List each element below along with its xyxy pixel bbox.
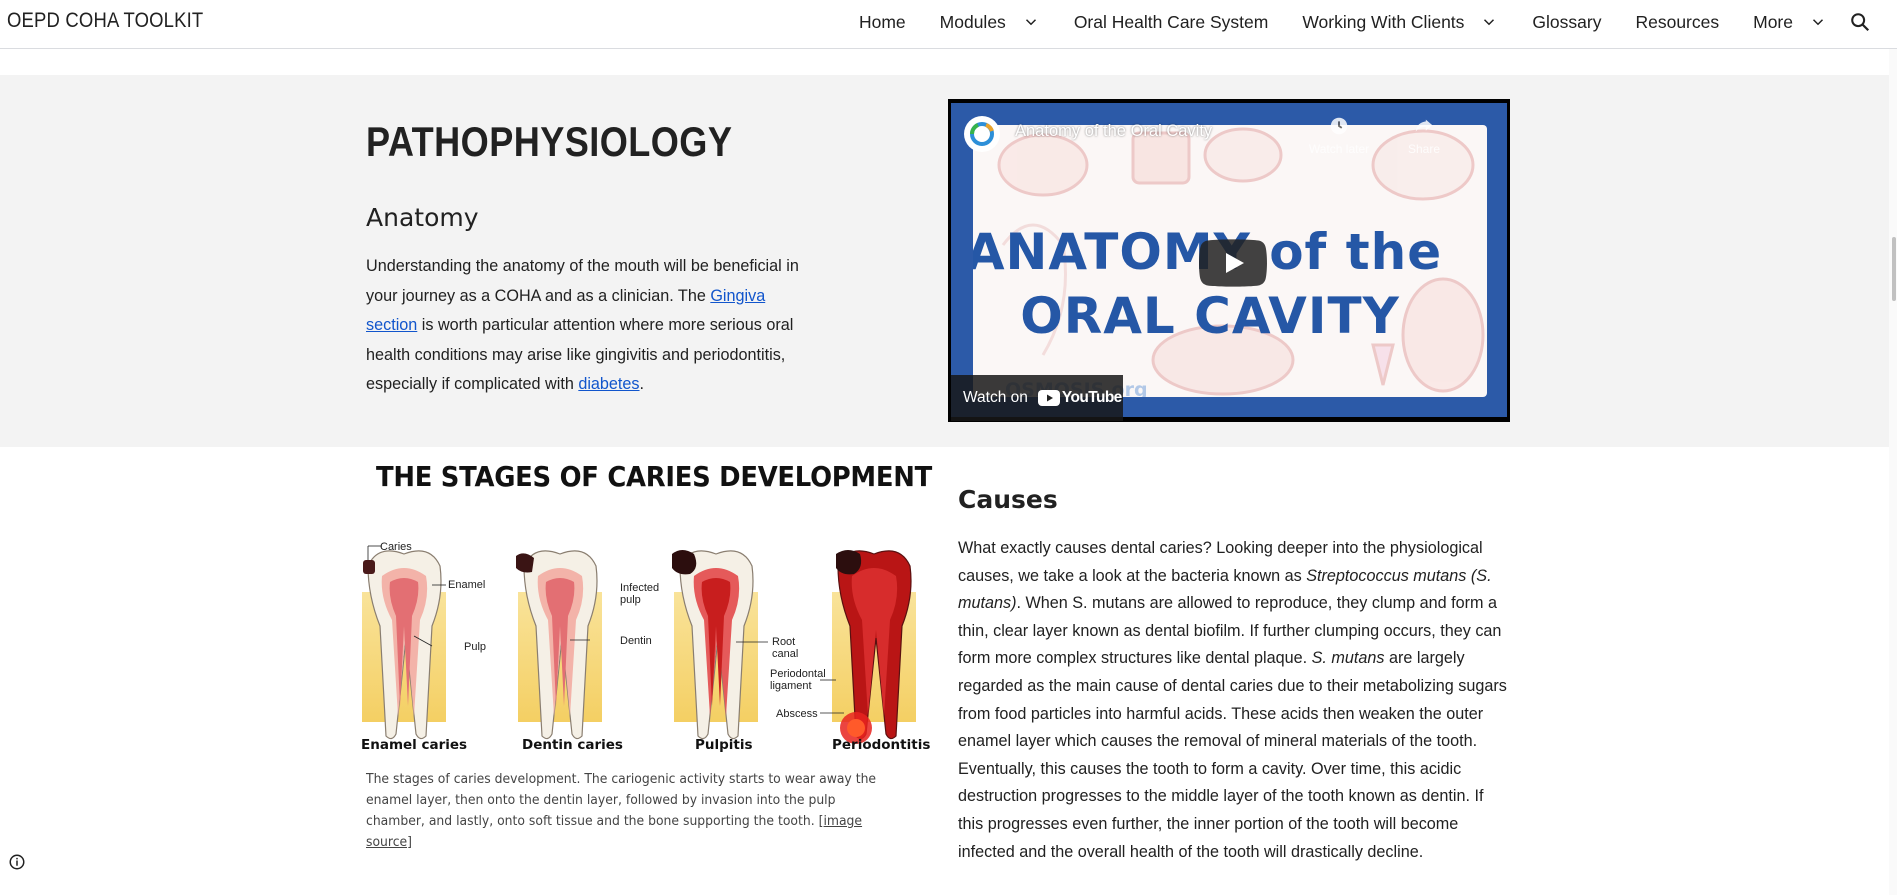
tooth-pulpitis bbox=[672, 550, 758, 740]
share-label: Share bbox=[1407, 142, 1441, 156]
stage-label-pulpitis: Pulpitis bbox=[695, 737, 753, 753]
anatomy-paragraph: Understanding the anatomy of the mouth w… bbox=[366, 252, 806, 400]
annotation-infected-2: pulp bbox=[620, 594, 641, 606]
nav-working-with-clients[interactable]: Working With Clients bbox=[1302, 12, 1498, 33]
annotation-periodontal-2: ligament bbox=[770, 680, 812, 692]
site-title[interactable]: OEPD COHA TOOLKIT bbox=[7, 9, 203, 33]
top-navigation-bar: OEPD COHA TOOLKIT Home Modules Oral Heal… bbox=[0, 0, 1897, 49]
chevron-down-icon[interactable] bbox=[1480, 13, 1498, 31]
causes-italic: S. mutans bbox=[1311, 649, 1385, 668]
tooth-enamel-caries bbox=[362, 550, 446, 740]
stage-label-enamel-caries: Enamel caries bbox=[361, 737, 468, 753]
youtube-wordmark: YouTube bbox=[1061, 389, 1122, 406]
annotation-dentin: Dentin bbox=[620, 635, 652, 647]
nav-working-with-clients-label: Working With Clients bbox=[1302, 11, 1465, 32]
share-arrow-icon bbox=[1415, 119, 1433, 132]
video-frame: ANATOMY of the ORAL CAVITY OSMOSIS.org A… bbox=[951, 103, 1507, 421]
causes-paragraph: What exactly causes dental caries? Looki… bbox=[958, 535, 1510, 866]
annotation-periodontal-1: Periodontal bbox=[770, 668, 826, 680]
nav-home[interactable]: Home bbox=[859, 12, 906, 33]
page-scrollbar[interactable] bbox=[1889, 49, 1897, 895]
nav-oral-health-care-system-label: Oral Health Care System bbox=[1073, 11, 1269, 32]
watch-later-button[interactable]: Watch later bbox=[1299, 115, 1379, 156]
causes-text: are largely regarded as the main cause o… bbox=[958, 649, 1507, 861]
youtube-logo: YouTube bbox=[1037, 389, 1122, 407]
channel-logo[interactable] bbox=[964, 116, 1000, 152]
nav-modules[interactable]: Modules bbox=[940, 12, 1040, 33]
annotation-pulp: Pulp bbox=[464, 641, 486, 653]
nav-resources[interactable]: Resources bbox=[1635, 12, 1719, 33]
annotation-enamel: Enamel bbox=[448, 579, 485, 591]
video-title[interactable]: Anatomy of the Oral Cavity bbox=[1015, 122, 1212, 141]
nav-modules-label: Modules bbox=[939, 11, 1006, 32]
tooth-periodontitis bbox=[832, 550, 916, 744]
youtube-play-icon bbox=[1037, 390, 1060, 406]
stage-label-periodontitis: Periodontitis bbox=[832, 737, 931, 753]
page-title: PATHOPHYSIOLOGY bbox=[366, 118, 733, 165]
stage-label-dentin-caries: Dentin caries bbox=[522, 737, 623, 753]
page: OEPD COHA TOOLKIT Home Modules Oral Heal… bbox=[0, 0, 1897, 895]
annotation-root-1: Root bbox=[772, 636, 795, 648]
tooth-dentin-caries bbox=[516, 550, 602, 740]
scrollbar-thumb[interactable] bbox=[1892, 237, 1896, 301]
play-button-icon[interactable] bbox=[1199, 239, 1267, 287]
thumbnail-title-line-2: ORAL CAVITY bbox=[1020, 287, 1400, 345]
caption-text: The stages of caries development. The ca… bbox=[366, 772, 877, 829]
nav-more-label: More bbox=[1753, 11, 1793, 32]
causes-heading: Causes bbox=[958, 485, 1058, 514]
clock-icon bbox=[1330, 117, 1348, 135]
annotation-infected-1: Infected bbox=[620, 582, 659, 594]
nav-resources-label: Resources bbox=[1635, 11, 1720, 32]
nav-oral-health-care-system[interactable]: Oral Health Care System bbox=[1074, 12, 1269, 33]
info-icon[interactable] bbox=[8, 853, 26, 871]
annotation-root-2: canal bbox=[772, 648, 798, 660]
nav-more[interactable]: More bbox=[1753, 12, 1827, 33]
watch-later-label: Watch later bbox=[1308, 142, 1370, 156]
nav-glossary[interactable]: Glossary bbox=[1532, 12, 1601, 33]
figure-title: THE STAGES OF CARIES DEVELOPMENT bbox=[376, 461, 932, 493]
hero-section bbox=[0, 75, 1889, 447]
search-icon[interactable] bbox=[1849, 11, 1871, 33]
chevron-down-icon[interactable] bbox=[1022, 13, 1040, 31]
watch-on-youtube-button[interactable]: Watch on YouTube bbox=[951, 375, 1123, 421]
share-button[interactable]: Share bbox=[1399, 115, 1449, 156]
annotation-abscess: Abscess bbox=[776, 708, 818, 720]
annotation-caries: Caries bbox=[380, 541, 412, 553]
nav-home-label: Home bbox=[858, 11, 906, 32]
figure-caption: The stages of caries development. The ca… bbox=[366, 769, 885, 853]
main-nav: Home Modules Oral Health Care System Wor… bbox=[825, 0, 1871, 44]
watch-on-label: Watch on bbox=[963, 389, 1028, 406]
caries-stages-figure: Caries Enamel Pulp Dentin Infected pulp … bbox=[362, 541, 916, 744]
nav-glossary-label: Glossary bbox=[1532, 11, 1602, 32]
diabetes-link[interactable]: diabetes bbox=[578, 375, 639, 393]
osmosis-logo-icon bbox=[970, 122, 994, 146]
chevron-down-icon[interactable] bbox=[1809, 13, 1827, 31]
paragraph-text: . bbox=[639, 375, 645, 394]
anatomy-heading: Anatomy bbox=[366, 203, 479, 232]
youtube-embed[interactable]: ANATOMY of the ORAL CAVITY OSMOSIS.org A… bbox=[948, 99, 1510, 422]
